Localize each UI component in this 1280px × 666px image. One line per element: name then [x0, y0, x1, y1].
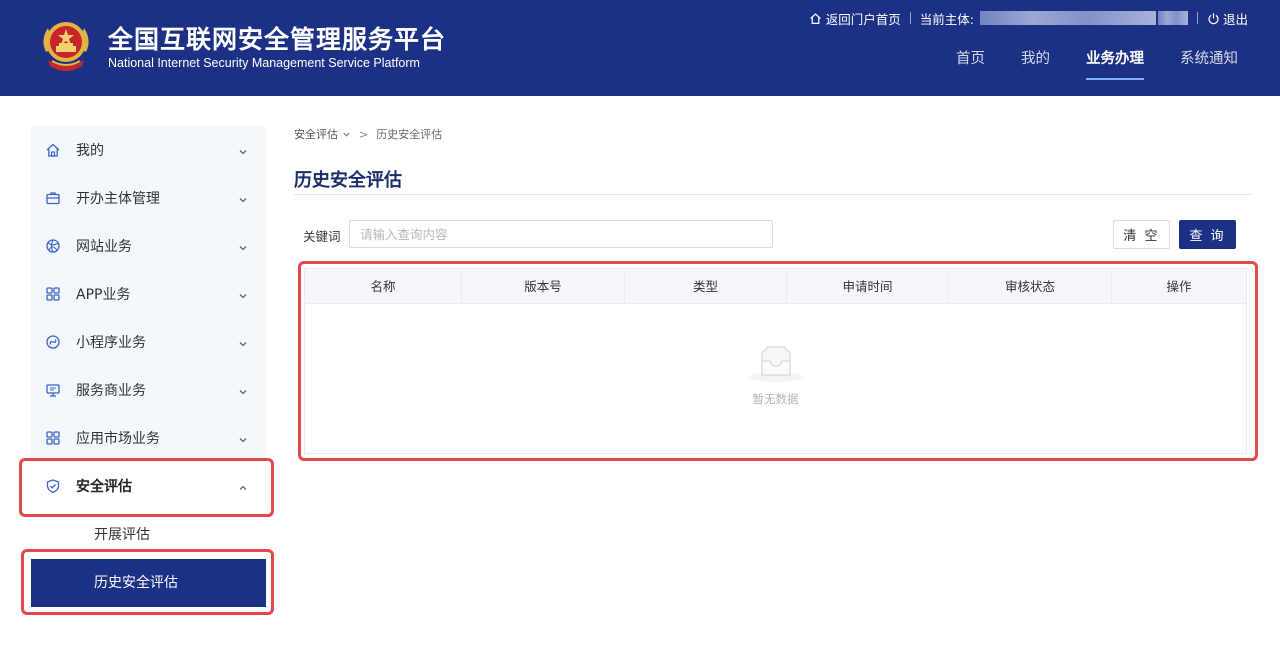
sidebar-item-label: 应用市场业务 — [76, 431, 160, 447]
nav-home[interactable]: 首页 — [956, 46, 985, 80]
grid-icon — [45, 430, 61, 446]
power-icon — [1207, 12, 1220, 25]
divider — [909, 12, 911, 24]
apps-grid-icon — [45, 286, 61, 302]
nav-business[interactable]: 业务办理 — [1086, 46, 1144, 80]
column-header-actions: 操作 — [1166, 279, 1192, 294]
keyword-label: 关键词 — [303, 229, 341, 244]
breadcrumb: 安全评估 > 历史安全评估 — [294, 126, 442, 142]
briefcase-icon — [45, 190, 61, 206]
logout-button[interactable]: 退出 — [1207, 9, 1248, 28]
empty-inbox-icon — [305, 345, 1246, 383]
breadcrumb-label: 安全评估 — [294, 128, 338, 141]
sidebar-item-website[interactable]: 网站业务 — [31, 222, 266, 270]
column-header-review-status: 审核状态 — [949, 269, 1112, 304]
nav-mine[interactable]: 我的 — [1021, 46, 1050, 80]
breadcrumb-current: 历史安全评估 — [376, 128, 443, 141]
chevron-down-icon — [238, 193, 248, 203]
sidebar-item-label: 开办主体管理 — [76, 191, 160, 207]
sidebar-item-app-market[interactable]: 应用市场业务 — [31, 414, 266, 462]
chevron-down-icon — [238, 433, 248, 443]
column-header-name: 名称 — [305, 269, 462, 304]
sidebar-item-security-assessment[interactable]: 安全评估 — [31, 462, 266, 510]
keyword-input[interactable] — [349, 220, 773, 248]
title-divider — [294, 194, 1252, 195]
column-header-version: 版本号 — [462, 269, 625, 304]
column-header-type: 类型 — [625, 269, 787, 304]
home-icon — [45, 142, 61, 158]
breadcrumb-security-assessment[interactable]: 安全评估 — [294, 126, 351, 142]
current-entity-label: 当前主体: — [919, 11, 974, 27]
return-portal-link[interactable]: 返回门户首页 — [809, 9, 901, 28]
sidebar-item-app[interactable]: APP业务 — [31, 270, 266, 318]
sidebar-item-label: 服务商业务 — [76, 383, 146, 399]
redacted-entity-name — [979, 11, 1156, 25]
breadcrumb-separator: > — [359, 127, 369, 141]
sidebar-item-label: 小程序业务 — [76, 335, 146, 351]
sidebar-subitem-start-assessment[interactable]: 开展评估 — [31, 511, 266, 559]
logout-label: 退出 — [1222, 11, 1248, 27]
home-icon — [809, 12, 822, 25]
sidebar-item-service-provider[interactable]: 服务商业务 — [31, 366, 266, 414]
chevron-down-icon — [238, 145, 248, 155]
mini-program-icon — [45, 334, 61, 350]
shield-icon — [45, 478, 61, 494]
sidebar-subitem-history-assessment[interactable]: 历史安全评估 — [31, 559, 266, 607]
return-portal-label: 返回门户首页 — [825, 11, 901, 27]
empty-state-text: 暂无数据 — [752, 392, 799, 406]
site-subtitle: National Internet Security Management Se… — [108, 56, 420, 70]
sidebar-item-label: 我的 — [76, 143, 104, 159]
empty-state: 暂无数据 — [305, 345, 1246, 407]
sidebar-item-mine[interactable]: 我的 — [31, 126, 266, 174]
page-title: 历史安全评估 — [294, 170, 402, 191]
sidebar-item-label: APP业务 — [76, 287, 131, 303]
clear-button[interactable]: 清 空 — [1113, 220, 1170, 249]
table-header: 名称 版本号 类型 申请时间 审核状态 操作 — [305, 269, 1246, 304]
sidebar-item-label: 网站业务 — [76, 239, 132, 255]
chevron-down-icon — [342, 130, 351, 139]
query-button[interactable]: 查 询 — [1179, 220, 1236, 249]
chevron-down-icon — [238, 241, 248, 251]
chevron-down-icon — [238, 385, 248, 395]
sidebar-item-mini-program[interactable]: 小程序业务 — [31, 318, 266, 366]
top-header: 全国互联网安全管理服务平台 National Internet Security… — [0, 0, 1280, 96]
sidebar: 我的 开办主体管理 网站业务 APP业务 小程序业务 服务商业务 应用市场业务 … — [31, 126, 266, 510]
nav-notifications[interactable]: 系统通知 — [1180, 46, 1238, 80]
divider — [1196, 12, 1198, 24]
globe-icon — [45, 238, 61, 254]
monitor-icon — [45, 382, 61, 398]
chevron-down-icon — [238, 289, 248, 299]
site-title: 全国互联网安全管理服务平台 — [108, 25, 447, 54]
sidebar-item-entity-management[interactable]: 开办主体管理 — [31, 174, 266, 222]
redacted-entity-suffix — [1157, 11, 1188, 25]
top-utility-bar: 返回门户首页 当前主体: 退出 — [809, 8, 1248, 28]
chevron-up-icon — [238, 481, 248, 491]
national-emblem-icon — [38, 14, 94, 76]
sidebar-item-label: 安全评估 — [76, 479, 132, 495]
results-table: 名称 版本号 类型 申请时间 审核状态 操作 暂无数据 — [304, 268, 1247, 454]
main-nav: 首页 我的 业务办理 系统通知 — [920, 46, 1238, 80]
column-header-apply-time: 申请时间 — [787, 269, 949, 304]
chevron-down-icon — [238, 337, 248, 347]
